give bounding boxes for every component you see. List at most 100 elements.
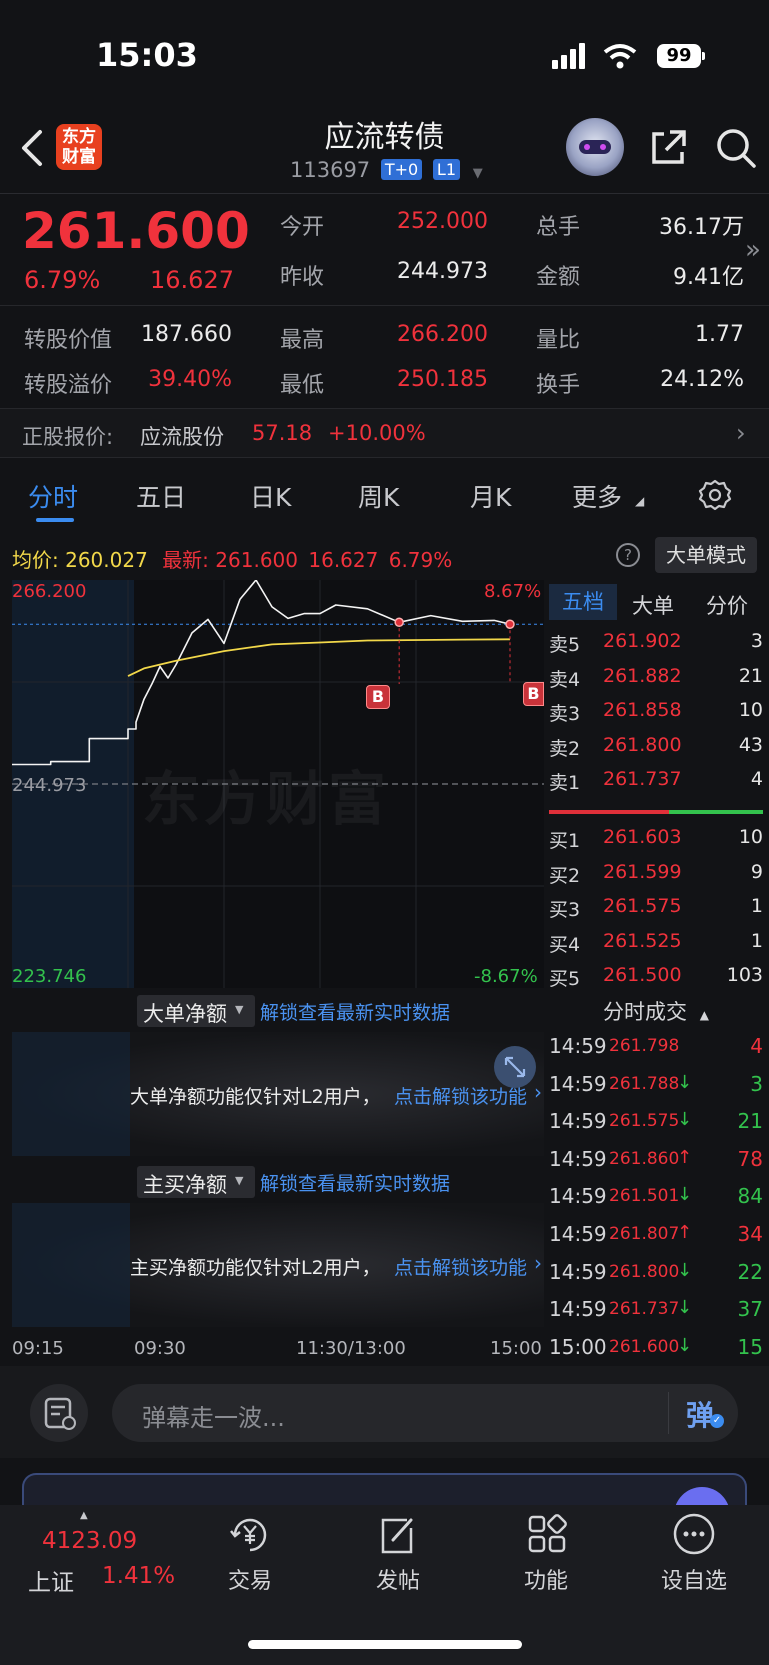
ask-row[interactable]: 卖4 261.882 21 [549, 663, 763, 693]
bid-row[interactable]: 买3 261.575 1 [549, 893, 763, 923]
bid-row[interactable]: 买4 261.525 1 [549, 928, 763, 958]
premium-value: 39.40% [148, 367, 232, 392]
turnover-label: 换手 [536, 373, 581, 398]
tab-more[interactable]: 更多 [572, 478, 622, 514]
nav-function[interactable]: 功能 [496, 1563, 596, 1595]
indicator-selector[interactable]: 主买净额 ▼ [137, 1166, 255, 1198]
trade-row: 14:59 261.800 ↓ 22 [549, 1258, 763, 1290]
unlock-link[interactable]: 解锁查看最新实时数据 [260, 1169, 450, 1196]
conv-value-label: 转股价值 [24, 328, 113, 353]
ask-row[interactable]: 卖1 261.737 4 [549, 766, 763, 796]
orderbook-tab-big[interactable]: 大单 [632, 590, 674, 620]
trade-price: 261.600 [609, 1336, 680, 1357]
danmu-list-icon[interactable] [30, 1384, 88, 1442]
bid-volume: 103 [726, 964, 763, 987]
trade-volume: 22 [737, 1259, 763, 1284]
dropdown-caret-icon: ▼ [472, 166, 483, 181]
search-icon[interactable] [714, 126, 758, 170]
danmu-divider [668, 1392, 669, 1434]
trade-row: 15:00 261.600 ↓ 15 [549, 1333, 763, 1365]
trade-row: 14:59 261.575 ↓ 21 [549, 1107, 763, 1139]
help-icon[interactable]: ? [616, 543, 640, 567]
bid-row[interactable]: 买5 261.500 103 [549, 962, 763, 992]
latest-change: 16.627 [308, 548, 379, 572]
more-dots-icon[interactable] [672, 1512, 716, 1556]
function-grid-icon[interactable] [527, 1514, 567, 1554]
l2-unlock-link[interactable]: 点击解锁该功能 [394, 1253, 527, 1280]
trade-time: 14:59 [549, 1109, 607, 1134]
ask-row[interactable]: 卖3 261.858 10 [549, 697, 763, 727]
nav-add-watchlist[interactable]: 设自选 [644, 1563, 744, 1595]
ask-volume: 4 [750, 768, 763, 791]
orderbook-tab-price[interactable]: 分价 [706, 590, 748, 620]
chart-info-line: 均价: 260.027 最新: 261.600 16.627 6.79% [12, 544, 452, 573]
trades-header[interactable]: 分时成交 ▲ [549, 996, 763, 1026]
expand-arrows-icon[interactable] [494, 1046, 536, 1088]
index-pct: 1.41% [102, 1563, 176, 1589]
nav-post[interactable]: 发帖 [348, 1563, 448, 1595]
trade-volume: 78 [737, 1146, 763, 1171]
dropdown-caret-icon: ▼ [235, 1174, 244, 1187]
trade-volume: 15 [737, 1334, 763, 1359]
tab-intraday[interactable]: 分时 [28, 478, 78, 514]
amount-value: 9.41亿 [673, 265, 744, 290]
security-code-line[interactable]: 113697 T+0 L1 ▼ [290, 158, 483, 182]
low-value: 250.185 [397, 367, 488, 392]
status-time: 15:03 [96, 36, 198, 74]
chart-bottom-price: 223.746 [12, 966, 87, 987]
index-name: 上证 [28, 1570, 74, 1596]
trade-time: 15:00 [549, 1334, 607, 1359]
panel-header: 大单净额 ▼ 解锁查看最新实时数据 [12, 992, 544, 1030]
bid-label: 买3 [549, 899, 581, 922]
ask-label: 卖5 [549, 634, 581, 656]
bid-volume: 1 [750, 929, 763, 952]
ai-assistant-icon[interactable] [566, 118, 624, 176]
expand-chevron-icon[interactable]: » [745, 235, 761, 265]
header-divider [0, 193, 769, 194]
bid-row[interactable]: 买2 261.599 9 [549, 859, 763, 889]
trade-time: 14:59 [549, 1184, 607, 1209]
underlying-stock-row[interactable]: 正股报价: 应流股份 57.18 +10.00% › [0, 408, 769, 458]
ask-price: 261.737 [603, 768, 682, 791]
prev-close-value: 244.973 [397, 259, 488, 284]
tab-monthly-k[interactable]: 月K [470, 478, 511, 514]
trade-icon[interactable] [227, 1514, 273, 1556]
indicator-selector[interactable]: 大单净额 ▼ [137, 995, 255, 1027]
trade-direction-icon: ↓ [677, 1334, 693, 1356]
orderbook-tab-five[interactable]: 五档 [549, 584, 617, 620]
trade-volume: 3 [750, 1071, 763, 1096]
trade-time: 14:59 [549, 1297, 607, 1322]
big-order-mode-button[interactable]: 大单模式 [655, 537, 757, 573]
buy-marker[interactable]: B [523, 682, 544, 706]
bid-price: 261.575 [603, 895, 682, 918]
bid-volume: 9 [750, 860, 763, 883]
chart-settings-gear-icon[interactable] [698, 478, 732, 512]
trade-direction-icon: ↓ [677, 1259, 693, 1281]
buy-marker[interactable]: B [366, 685, 390, 709]
trade-row: 14:59 261.807 ↑ 34 [549, 1220, 763, 1252]
check-badge-icon: ✓ [710, 1414, 724, 1428]
ask-row[interactable]: 卖2 261.800 43 [549, 732, 763, 762]
underlying-price: 57.18 [252, 421, 313, 445]
danmu-input[interactable]: 弹幕走一波... 弹 ✓ [112, 1384, 738, 1442]
chart-mid-price: 244.973 [12, 775, 87, 796]
post-icon[interactable] [377, 1514, 417, 1556]
quote-divider [0, 305, 769, 306]
nav-trade[interactable]: 交易 [200, 1563, 300, 1595]
tab-weekly-k[interactable]: 周K [358, 478, 399, 514]
ask-price: 261.882 [603, 664, 682, 687]
tab-daily-k[interactable]: 日K [250, 478, 291, 514]
tab-five-day[interactable]: 五日 [136, 478, 186, 514]
ask-row[interactable]: 卖5 261.902 3 [549, 628, 763, 658]
avg-value: 260.027 [65, 548, 148, 572]
trade-price: 261.575 [609, 1111, 680, 1132]
unlock-link[interactable]: 解锁查看最新实时数据 [260, 998, 450, 1025]
battery-icon: 99 [657, 44, 701, 68]
index-value[interactable]: 4123.09 [42, 1528, 137, 1554]
trade-volume: 37 [737, 1297, 763, 1322]
danmu-send-button[interactable]: 弹 [686, 1394, 714, 1434]
l2-locked-panel: 主买净额功能仅针对L2用户， 点击解锁该功能 › [12, 1203, 544, 1327]
bid-row[interactable]: 买1 261.603 10 [549, 824, 763, 854]
tab-more-caret-icon: ◢ [635, 494, 645, 508]
share-icon[interactable] [648, 126, 690, 168]
